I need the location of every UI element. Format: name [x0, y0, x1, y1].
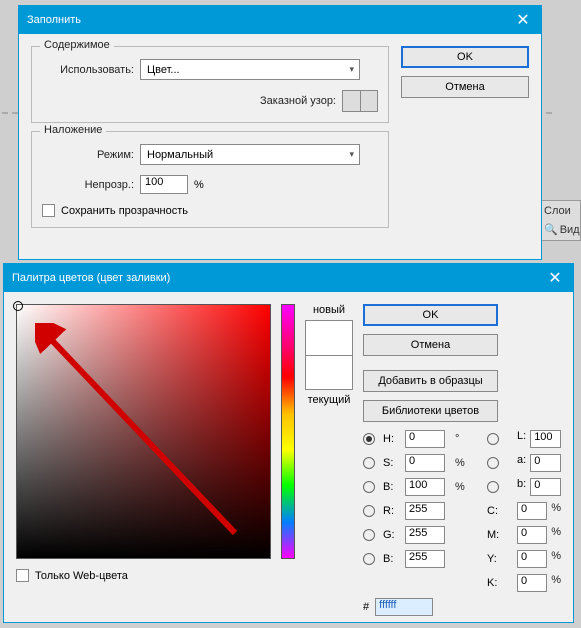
bl-input[interactable]: 0	[530, 478, 561, 496]
b-input[interactable]: 255	[405, 550, 445, 568]
preserve-checkbox[interactable]	[42, 204, 55, 217]
kind-label: Вид	[560, 224, 580, 236]
fill-dialog: Заполнить ✕ Содержимое Использовать: Цве…	[18, 5, 542, 260]
webonly-checkbox[interactable]	[16, 569, 29, 582]
close-icon[interactable]: ✕	[537, 264, 573, 292]
layers-panel: Слои 🔍 Вид	[539, 200, 581, 241]
bv-input[interactable]: 100	[405, 478, 445, 496]
contents-fieldset: Содержимое Использовать: Цвет... Заказно…	[31, 46, 389, 123]
g-input[interactable]: 255	[405, 526, 445, 544]
color-libraries-button[interactable]: Библиотеки цветов	[363, 400, 498, 422]
r-input[interactable]: 255	[405, 502, 445, 520]
close-icon[interactable]: ✕	[505, 6, 541, 34]
fill-titlebar[interactable]: Заполнить ✕	[19, 6, 541, 34]
mode-select[interactable]: Нормальный	[140, 144, 360, 165]
preserve-label: Сохранить прозрачность	[61, 205, 188, 217]
opacity-label: Непрозр.:	[42, 179, 134, 191]
bl-radio[interactable]	[487, 481, 499, 493]
h-input[interactable]: 0	[405, 430, 445, 448]
color-picker-dialog: Палитра цветов (цвет заливки) ✕ Только W…	[3, 263, 574, 623]
r-radio[interactable]	[363, 505, 375, 517]
s-radio[interactable]	[363, 457, 375, 469]
hex-prefix: #	[363, 601, 369, 613]
color-swatches	[305, 320, 353, 390]
a-radio[interactable]	[487, 457, 499, 469]
kind-row[interactable]: 🔍 Вид	[544, 223, 576, 236]
hex-input[interactable]: ffffff	[375, 598, 433, 616]
opacity-unit: %	[194, 179, 204, 191]
custom-pattern-swatch[interactable]	[342, 90, 378, 112]
k-input[interactable]: 0	[517, 574, 547, 592]
l-input[interactable]: 100	[530, 430, 561, 448]
layers-label: Слои	[544, 205, 576, 217]
add-swatches-button[interactable]: Добавить в образцы	[363, 370, 498, 392]
hue-slider[interactable]	[281, 304, 295, 559]
mode-label: Режим:	[42, 149, 134, 161]
br-radio[interactable]	[363, 553, 375, 565]
sv-field[interactable]	[16, 304, 271, 559]
current-color-swatch[interactable]	[306, 355, 352, 389]
contents-legend: Содержимое	[40, 39, 114, 51]
new-label: новый	[313, 304, 345, 316]
fill-title: Заполнить	[27, 14, 81, 26]
current-label: текущий	[308, 394, 351, 406]
search-icon: 🔍	[544, 223, 558, 236]
m-input[interactable]: 0	[517, 526, 547, 544]
use-select[interactable]: Цвет...	[140, 59, 360, 80]
use-value: Цвет...	[147, 64, 180, 76]
mode-value: Нормальный	[147, 149, 213, 161]
sv-cursor	[13, 301, 23, 311]
s-input[interactable]: 0	[405, 454, 445, 472]
webonly-label: Только Web-цвета	[35, 570, 128, 582]
h-radio[interactable]	[363, 433, 375, 445]
blend-fieldset: Наложение Режим: Нормальный Непрозр.: 10…	[31, 131, 389, 228]
opacity-input[interactable]: 100	[140, 175, 188, 194]
bv-radio[interactable]	[363, 481, 375, 493]
c-input[interactable]: 0	[517, 502, 547, 520]
pattern-label: Заказной узор:	[260, 95, 336, 107]
a-input[interactable]: 0	[530, 454, 561, 472]
cancel-button[interactable]: Отмена	[363, 334, 498, 356]
g-radio[interactable]	[363, 529, 375, 541]
annotation-arrow	[35, 323, 265, 553]
blend-legend: Наложение	[40, 124, 106, 136]
cancel-button[interactable]: Отмена	[401, 76, 529, 98]
use-label: Использовать:	[42, 64, 134, 76]
ok-button[interactable]: OK	[401, 46, 529, 68]
l-radio[interactable]	[487, 433, 499, 445]
y-input[interactable]: 0	[517, 550, 547, 568]
picker-title: Палитра цветов (цвет заливки)	[12, 272, 170, 284]
new-color-swatch	[306, 321, 352, 355]
picker-titlebar[interactable]: Палитра цветов (цвет заливки) ✕	[4, 264, 573, 292]
ok-button[interactable]: OK	[363, 304, 498, 326]
